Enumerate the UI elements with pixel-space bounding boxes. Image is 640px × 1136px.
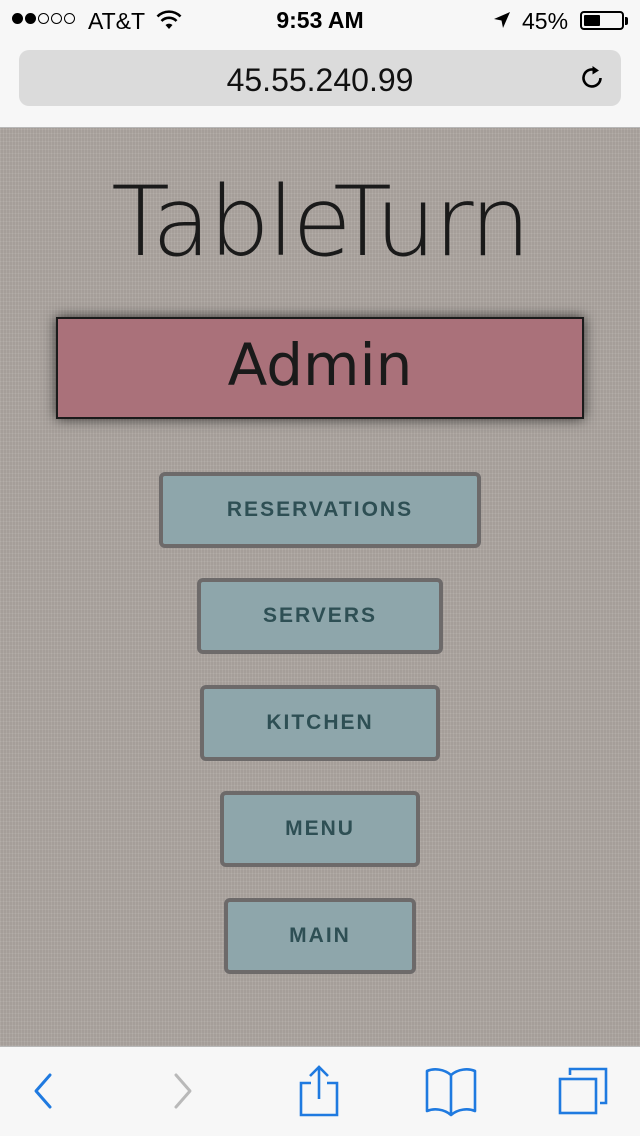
- share-icon[interactable]: [297, 1065, 341, 1119]
- servers-button[interactable]: SERVERS: [197, 578, 443, 654]
- back-icon[interactable]: [28, 1065, 58, 1117]
- page-content: TableTurn Admin RESERVATIONS SERVERS KIT…: [0, 128, 640, 1046]
- battery-icon: [580, 11, 624, 30]
- url-text[interactable]: 45.55.240.99: [19, 62, 621, 99]
- reload-icon[interactable]: [577, 63, 607, 93]
- forward-icon[interactable]: [168, 1065, 198, 1117]
- battery-tip: [625, 17, 628, 25]
- battery-level: [584, 15, 600, 26]
- battery-percent: 45%: [522, 8, 569, 34]
- address-bar[interactable]: 45.55.240.99: [19, 50, 621, 106]
- browser-toolbar: [0, 1046, 640, 1136]
- bookmarks-icon[interactable]: [424, 1065, 478, 1117]
- admin-banner: Admin: [56, 317, 584, 419]
- status-bar: AT&T 9:53 AM 45%: [0, 0, 640, 40]
- reservations-button[interactable]: RESERVATIONS: [159, 472, 481, 548]
- menu-button[interactable]: MENU: [220, 791, 420, 867]
- app-title: TableTurn: [111, 166, 530, 278]
- tabs-icon[interactable]: [556, 1065, 610, 1117]
- section-title: Admin: [227, 331, 413, 399]
- kitchen-button[interactable]: KITCHEN: [200, 685, 440, 761]
- main-button[interactable]: MAIN: [224, 898, 416, 974]
- browser-address-area: 45.55.240.99: [0, 40, 640, 128]
- location-arrow-icon: [494, 12, 510, 28]
